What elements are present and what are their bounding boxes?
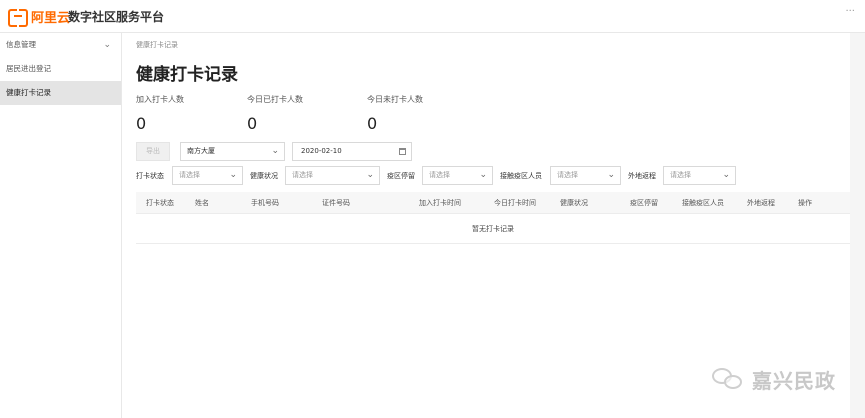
chevron-down-icon: ⌄ — [479, 170, 487, 180]
filter-placeholder: 请选择 — [557, 171, 578, 179]
aliyun-logo-icon — [8, 9, 28, 27]
sidebar-item-label: 健康打卡记录 — [6, 88, 51, 97]
filter-placeholder: 请选择 — [670, 171, 691, 179]
stat-joined: 加入打卡人数 0 — [136, 94, 184, 133]
column-header: 姓名 — [195, 199, 209, 207]
column-header: 加入打卡时间 — [419, 199, 461, 207]
aliyun-logo[interactable]: 阿里云 — [8, 8, 71, 27]
filter-contact-epidemic[interactable]: 请选择 ⌄ — [550, 166, 621, 185]
breadcrumb[interactable]: 健康打卡记录 — [136, 40, 178, 50]
filter-epidemic-stay[interactable]: 请选择 ⌄ — [422, 166, 493, 185]
sidebar: 信息管理 ⌄ 居民进出登记 健康打卡记录 — [0, 33, 122, 418]
chevron-down-icon: ⌄ — [607, 170, 615, 180]
column-header: 接触疫区人员 — [682, 199, 724, 207]
column-header: 手机号码 — [251, 199, 279, 207]
main-content: 健康打卡记录 健康打卡记录 加入打卡人数 0 今日已打卡人数 0 今日未打卡人数… — [122, 33, 850, 418]
calendar-icon — [399, 148, 406, 155]
sidebar-item-label: 信息管理 — [6, 40, 36, 49]
filter-return-trip[interactable]: 请选择 ⌄ — [663, 166, 736, 185]
chevron-down-icon: ⌄ — [271, 146, 279, 156]
chevron-down-icon: ⌄ — [103, 40, 111, 50]
building-select-value: 南方大厦 — [187, 147, 215, 155]
watermark: 嘉兴民政 — [712, 364, 836, 394]
column-header: 疫区停留 — [630, 199, 658, 207]
sidebar-item-resident-entry[interactable]: 居民进出登记 — [0, 57, 121, 81]
chevron-down-icon: ⌄ — [722, 170, 730, 180]
top-bar: 阿里云 数字社区服务平台 ... — [0, 0, 865, 33]
export-button[interactable]: 导出 — [136, 142, 170, 161]
filter-placeholder: 请选择 — [292, 171, 313, 179]
table-empty-state: 暂无打卡记录 — [136, 214, 850, 244]
page-title: 健康打卡记录 — [136, 65, 238, 85]
filter-placeholder: 请选择 — [179, 171, 200, 179]
stat-checked-today: 今日已打卡人数 0 — [247, 94, 303, 133]
stat-value: 0 — [367, 114, 378, 133]
wechat-icon — [712, 364, 746, 394]
stat-unchecked-today: 今日未打卡人数 0 — [367, 94, 423, 133]
stat-value: 0 — [136, 114, 147, 133]
date-picker[interactable]: 2020-02-10 — [292, 142, 412, 161]
more-icon[interactable]: ... — [845, 3, 855, 14]
app-title: 数字社区服务平台 — [68, 10, 165, 24]
building-select[interactable]: 南方大厦 ⌄ — [180, 142, 285, 161]
column-header: 证件号码 — [322, 199, 350, 207]
stat-value: 0 — [247, 114, 258, 133]
filter-label-checkin-status: 打卡状态 — [136, 172, 164, 180]
stat-label: 今日已打卡人数 — [247, 95, 303, 104]
sidebar-item-health-checkin[interactable]: 健康打卡记录 — [0, 81, 121, 105]
date-value: 2020-02-10 — [301, 147, 342, 155]
watermark-text: 嘉兴民政 — [752, 368, 836, 393]
filter-placeholder: 请选择 — [429, 171, 450, 179]
column-header: 操作 — [798, 199, 812, 207]
chevron-down-icon: ⌄ — [229, 170, 237, 180]
stat-label: 加入打卡人数 — [136, 95, 184, 104]
column-header: 外地返程 — [747, 199, 775, 207]
filter-label-epidemic-stay: 疫区停留 — [387, 172, 415, 180]
chevron-down-icon: ⌄ — [366, 170, 374, 180]
table-header: 打卡状态 姓名 手机号码 证件号码 加入打卡时间 今日打卡时间 健康状况 疫区停… — [136, 192, 850, 214]
column-header: 健康状况 — [560, 199, 588, 207]
logo-text: 阿里云 — [31, 10, 71, 26]
filter-checkin-status[interactable]: 请选择 ⌄ — [172, 166, 243, 185]
column-header: 今日打卡时间 — [494, 199, 536, 207]
stat-label: 今日未打卡人数 — [367, 95, 423, 104]
filter-label-return-trip: 外地返程 — [628, 172, 656, 180]
column-header: 打卡状态 — [146, 199, 174, 207]
sidebar-item-info-management[interactable]: 信息管理 ⌄ — [0, 33, 121, 57]
filter-label-contact-epidemic: 接触疫区人员 — [500, 172, 542, 180]
filter-health-status[interactable]: 请选择 ⌄ — [285, 166, 380, 185]
filter-label-health-status: 健康状况 — [250, 172, 278, 180]
sidebar-item-label: 居民进出登记 — [6, 64, 51, 73]
